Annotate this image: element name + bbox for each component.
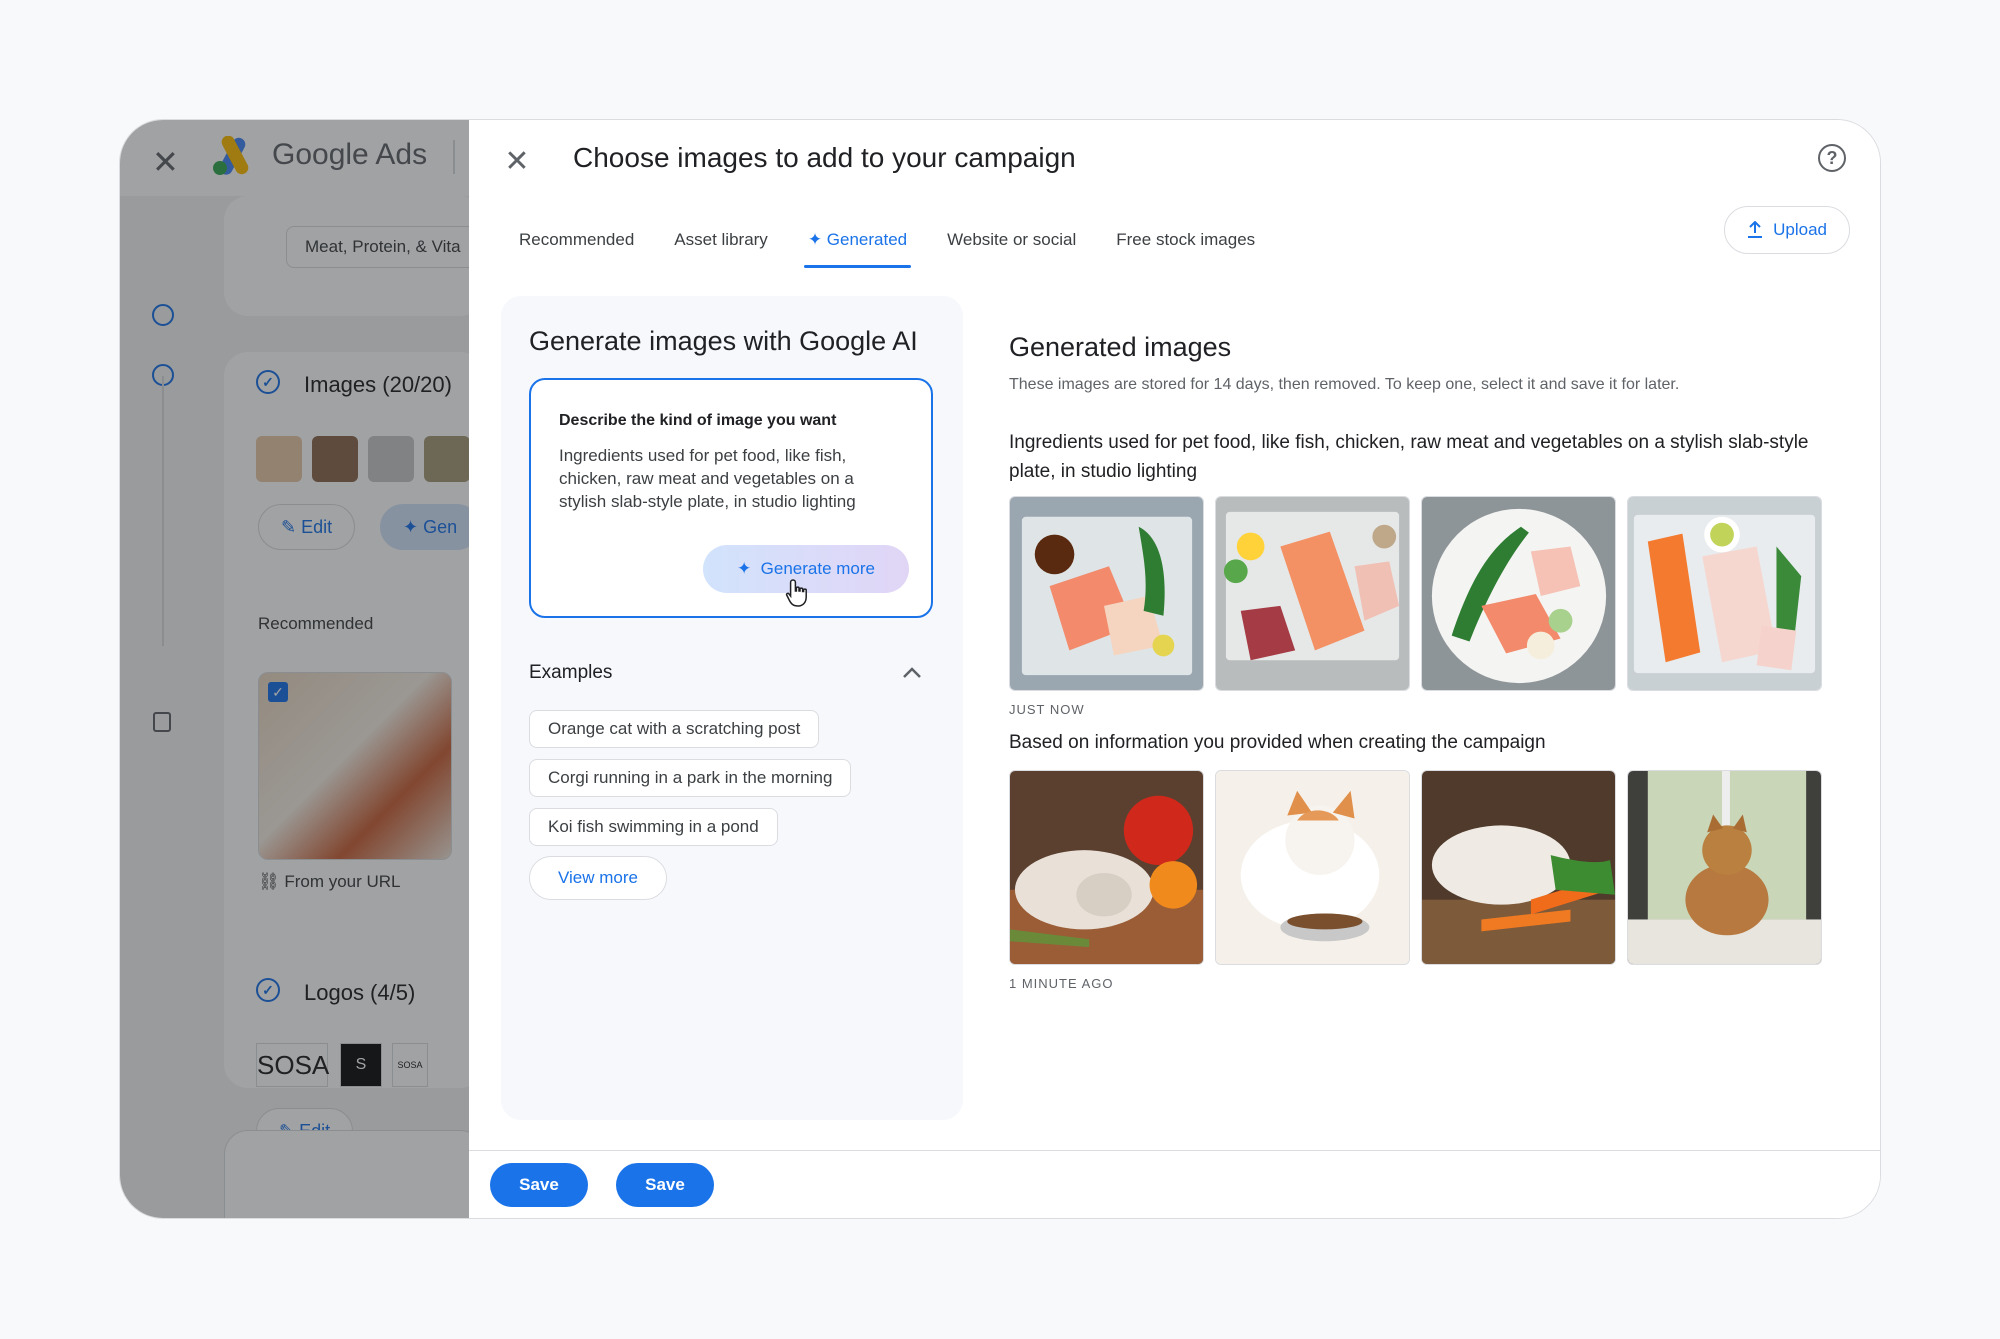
close-dialog-icon[interactable]: ✕ (499, 144, 535, 180)
prompt-text[interactable]: Ingredients used for pet food, like fish… (559, 444, 903, 513)
upload-button[interactable]: Upload (1724, 206, 1850, 254)
upload-label: Upload (1773, 220, 1827, 239)
view-more-button[interactable]: View more (529, 856, 667, 900)
save-button[interactable]: Save (490, 1163, 588, 1207)
generated-image[interactable] (1627, 496, 1822, 691)
modal-scrim[interactable] (120, 120, 470, 1218)
group-heading: Ingredients used for pet food, like fish… (1009, 432, 1809, 482)
generated-images-subtitle: These images are stored for 14 days, the… (1009, 376, 1680, 393)
dialog-footer: Save Save (469, 1150, 1880, 1218)
generated-image[interactable] (1215, 496, 1410, 691)
prompt-input[interactable]: Describe the kind of image you want Ingr… (529, 378, 933, 618)
image-row (1009, 496, 1822, 691)
group-heading: Based on information you provided when c… (1009, 732, 1546, 753)
generated-image[interactable] (1627, 770, 1822, 965)
tab-generated[interactable]: ✦ Generated (803, 230, 912, 268)
tab-recommended[interactable]: Recommended (519, 230, 634, 268)
app-frame: ✕ Google Ads Meat, Protein, & Vita ✓ Ima… (119, 119, 1881, 1219)
example-chip[interactable]: Orange cat with a scratching post (529, 710, 820, 748)
upload-icon (1748, 221, 1763, 238)
background-app: ✕ Google Ads Meat, Protein, & Vita ✓ Ima… (120, 120, 484, 1218)
tab-free-stock-images[interactable]: Free stock images (1116, 230, 1255, 268)
hand-cursor-icon (785, 579, 807, 607)
chevron-up-icon[interactable] (899, 660, 925, 686)
save-button[interactable]: Save (616, 1163, 714, 1207)
choose-images-dialog: ✕ Choose images to add to your campaign … (469, 120, 1880, 1218)
image-row (1009, 770, 1822, 965)
generated-image[interactable] (1009, 770, 1204, 965)
generated-image[interactable] (1421, 770, 1616, 965)
sparkle-icon: ✦ (736, 559, 752, 578)
generate-more-label: Generate more (760, 559, 876, 578)
tab-website-or-social[interactable]: Website or social (947, 230, 1076, 268)
dialog-title: Choose images to add to your campaign (573, 142, 1076, 173)
prompt-label: Describe the kind of image you want (559, 412, 837, 429)
generated-image[interactable] (1421, 496, 1616, 691)
generated-image[interactable] (1215, 770, 1410, 965)
generated-images-title: Generated images (1009, 332, 1232, 362)
timestamp: JUST NOW (1009, 702, 1085, 717)
generated-image[interactable] (1009, 496, 1204, 691)
generator-panel: Generate images with Google AI Describe … (501, 296, 963, 1120)
help-icon[interactable]: ? (1818, 144, 1846, 172)
tab-asset-library[interactable]: Asset library (674, 230, 768, 268)
examples-heading: Examples (529, 662, 613, 683)
example-chip[interactable]: Koi fish swimming in a pond (529, 808, 778, 846)
timestamp: 1 MINUTE AGO (1009, 976, 1114, 991)
example-chip[interactable]: Corgi running in a park in the morning (529, 759, 852, 797)
source-tabs: Recommended Asset library ✦ Generated We… (519, 230, 1255, 268)
generator-title: Generate images with Google AI (529, 326, 918, 356)
